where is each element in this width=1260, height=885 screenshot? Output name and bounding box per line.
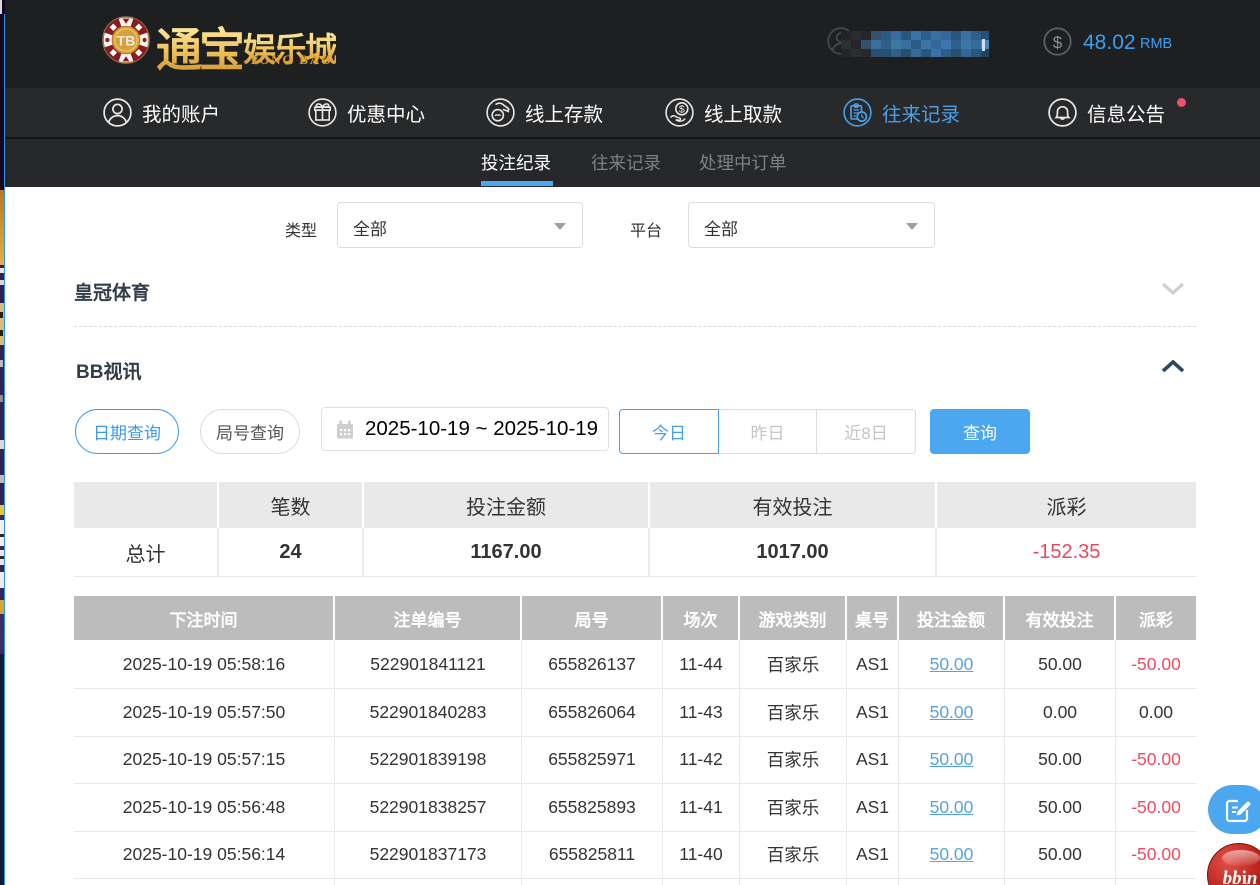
svg-text:$: $ <box>1053 33 1063 52</box>
svg-text:TB: TB <box>117 32 136 48</box>
svg-text:$: $ <box>679 103 685 115</box>
